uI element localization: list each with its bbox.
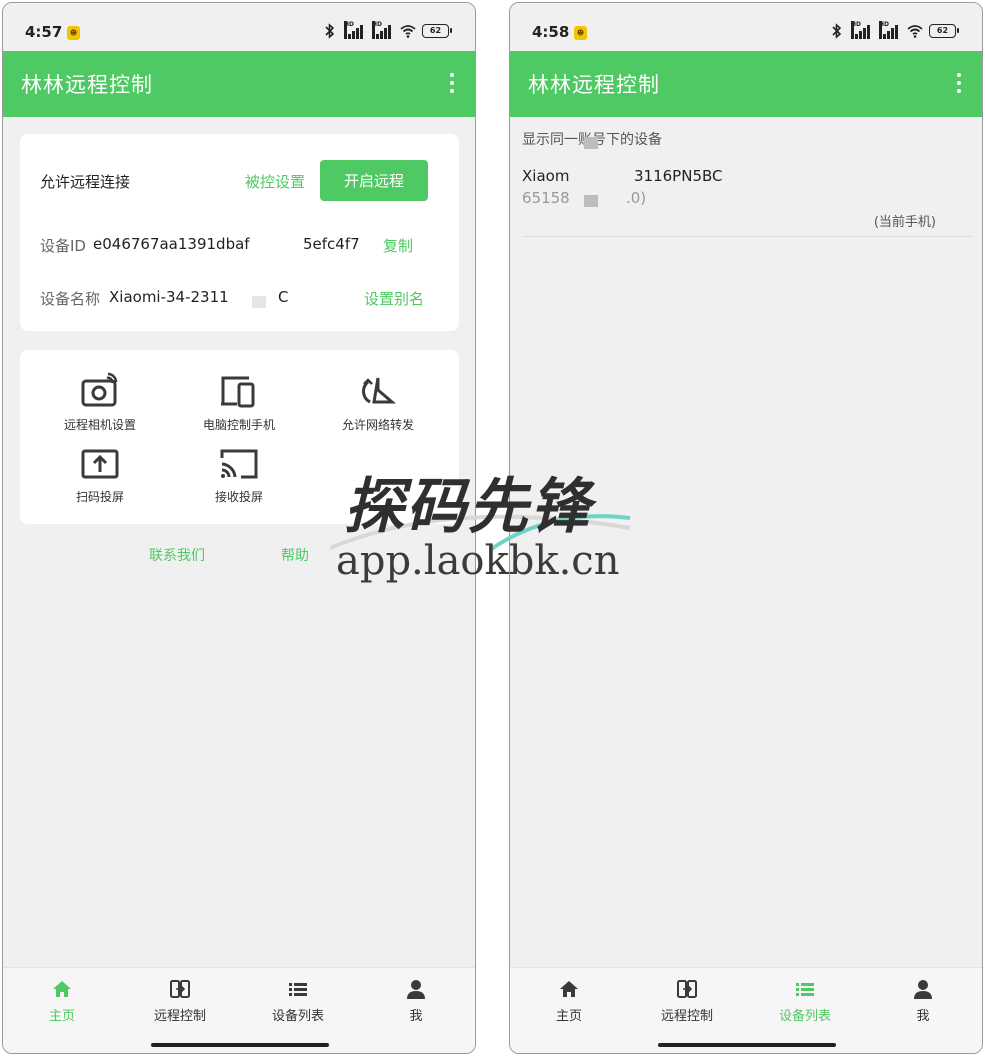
tool-label: 接收投屏 [214,490,263,504]
status-time: 4:57 [25,23,63,41]
redaction-block [584,195,598,207]
bluetooth-icon [325,23,335,39]
tool-label: 远程相机设置 [63,418,136,432]
enable-remote-button[interactable]: 开启远程 [320,160,428,201]
home-icon [560,981,578,997]
status-time: 4:58 [532,23,570,41]
device-id-value: e046767aa1391dbaf [93,235,250,253]
tools-card: 远程相机设置 电脑控制手机 允许网络转发 扫码投屏 接收投屏 [20,350,459,524]
tab-home[interactable]: 主页 [3,978,121,1024]
wifi-icon [907,25,923,38]
tab-remote-control[interactable]: 远程控制 [628,978,746,1024]
device-detail-tail: .0) [626,189,647,207]
bottom-tab-bar: 主页 远程控制 设备列表 我 [510,967,982,1053]
camera-icon [81,372,118,407]
tool-scan-cast[interactable]: 扫码投屏 [30,448,170,505]
upload-screen-icon [81,449,119,479]
remote-control-icon [170,980,190,998]
app-title: 林林远程控制 [528,73,660,97]
tool-remote-camera[interactable]: 远程相机设置 [30,372,170,433]
more-options-icon[interactable] [447,73,457,95]
device-name-tail: 3116PN5BC [634,167,723,185]
phone-screen-device-list: 4:58 ☻ HD HD 62 林林远程控制 显示同一账号下的设备 Xiaom … [509,2,983,1054]
signal-icon-sim2: HD [879,20,901,39]
allow-remote-label: 允许远程连接 [40,173,131,191]
device-name-label: 设备名称 [40,290,101,308]
tab-remote-control[interactable]: 远程控制 [121,978,239,1024]
tab-me[interactable]: 我 [864,978,982,1024]
remote-control-icon [677,980,697,998]
app-bar: 林林远程控制 [3,51,475,117]
device-name: Xiaom [522,167,570,185]
tab-home[interactable]: 主页 [510,978,628,1024]
notification-app-icon: ☻ [67,26,80,40]
tool-label: 扫码投屏 [75,490,124,504]
redaction-block [584,137,598,149]
bluetooth-icon [832,23,842,39]
status-bar: 4:57 ☻ HD HD 62 [3,3,475,51]
signal-icon-sim1: HD [344,20,366,39]
home-indicator[interactable] [151,1043,329,1047]
signal-icon-sim2: HD [372,20,394,39]
cast-icon [220,449,258,479]
contact-us-link[interactable]: 联系我们 [149,545,205,565]
tab-device-list[interactable]: 设备列表 [239,978,357,1024]
set-alias-link[interactable]: 设置别名 [364,288,424,309]
notification-app-icon: ☻ [574,26,587,40]
status-bar: 4:58 ☻ HD HD 62 [510,3,982,51]
devices-icon [221,376,255,408]
app-bar: 林林远程控制 [510,51,982,117]
tool-label: 电脑控制手机 [202,418,275,432]
copy-id-link[interactable]: 复制 [383,235,413,256]
tool-network-forward[interactable]: 允许网络转发 [308,372,448,433]
tool-pc-control[interactable]: 电脑控制手机 [169,372,309,433]
tool-receive-cast[interactable]: 接收投屏 [169,448,309,505]
device-id-value-tail: 5efc4f7 [303,235,360,253]
device-id-label: 设备ID [40,237,86,255]
tab-me[interactable]: 我 [357,978,475,1024]
status-icons: HD HD 62 [829,20,959,39]
controlled-settings-link[interactable]: 被控设置 [245,171,305,192]
status-icons: HD HD 62 [322,20,452,39]
signal-icon-sim1: HD [851,20,873,39]
list-icon [289,983,307,996]
help-link[interactable]: 帮助 [281,545,309,565]
list-icon [796,983,814,996]
home-icon [53,981,71,997]
tool-label: 允许网络转发 [341,418,414,432]
person-icon [407,980,425,999]
network-forward-icon [362,377,397,404]
device-name-value: Xiaomi-34-2311 [109,288,229,306]
redaction-block [252,296,266,308]
device-list-item[interactable]: Xiaom 3116PN5BC 65158 .0) (当前手机) [522,163,972,237]
more-options-icon[interactable] [954,73,964,95]
person-icon [914,980,932,999]
device-detail: 65158 [522,189,570,207]
tab-device-list[interactable]: 设备列表 [746,978,864,1024]
bottom-tab-bar: 主页 远程控制 设备列表 我 [3,967,475,1053]
wifi-icon [400,25,416,38]
device-name-tail: C [278,288,289,306]
app-title: 林林远程控制 [21,73,153,97]
battery-indicator: 62 [422,24,452,38]
remote-connection-card: 允许远程连接 被控设置 开启远程 设备ID e046767aa1391dbaf … [20,134,459,331]
current-device-tag: (当前手机) [873,215,936,230]
phone-screen-home: 4:57 ☻ HD HD 62 林林远程控制 允许远程连接 被控设置 开启远程 … [2,2,476,1054]
home-indicator[interactable] [658,1043,836,1047]
battery-indicator: 62 [929,24,959,38]
